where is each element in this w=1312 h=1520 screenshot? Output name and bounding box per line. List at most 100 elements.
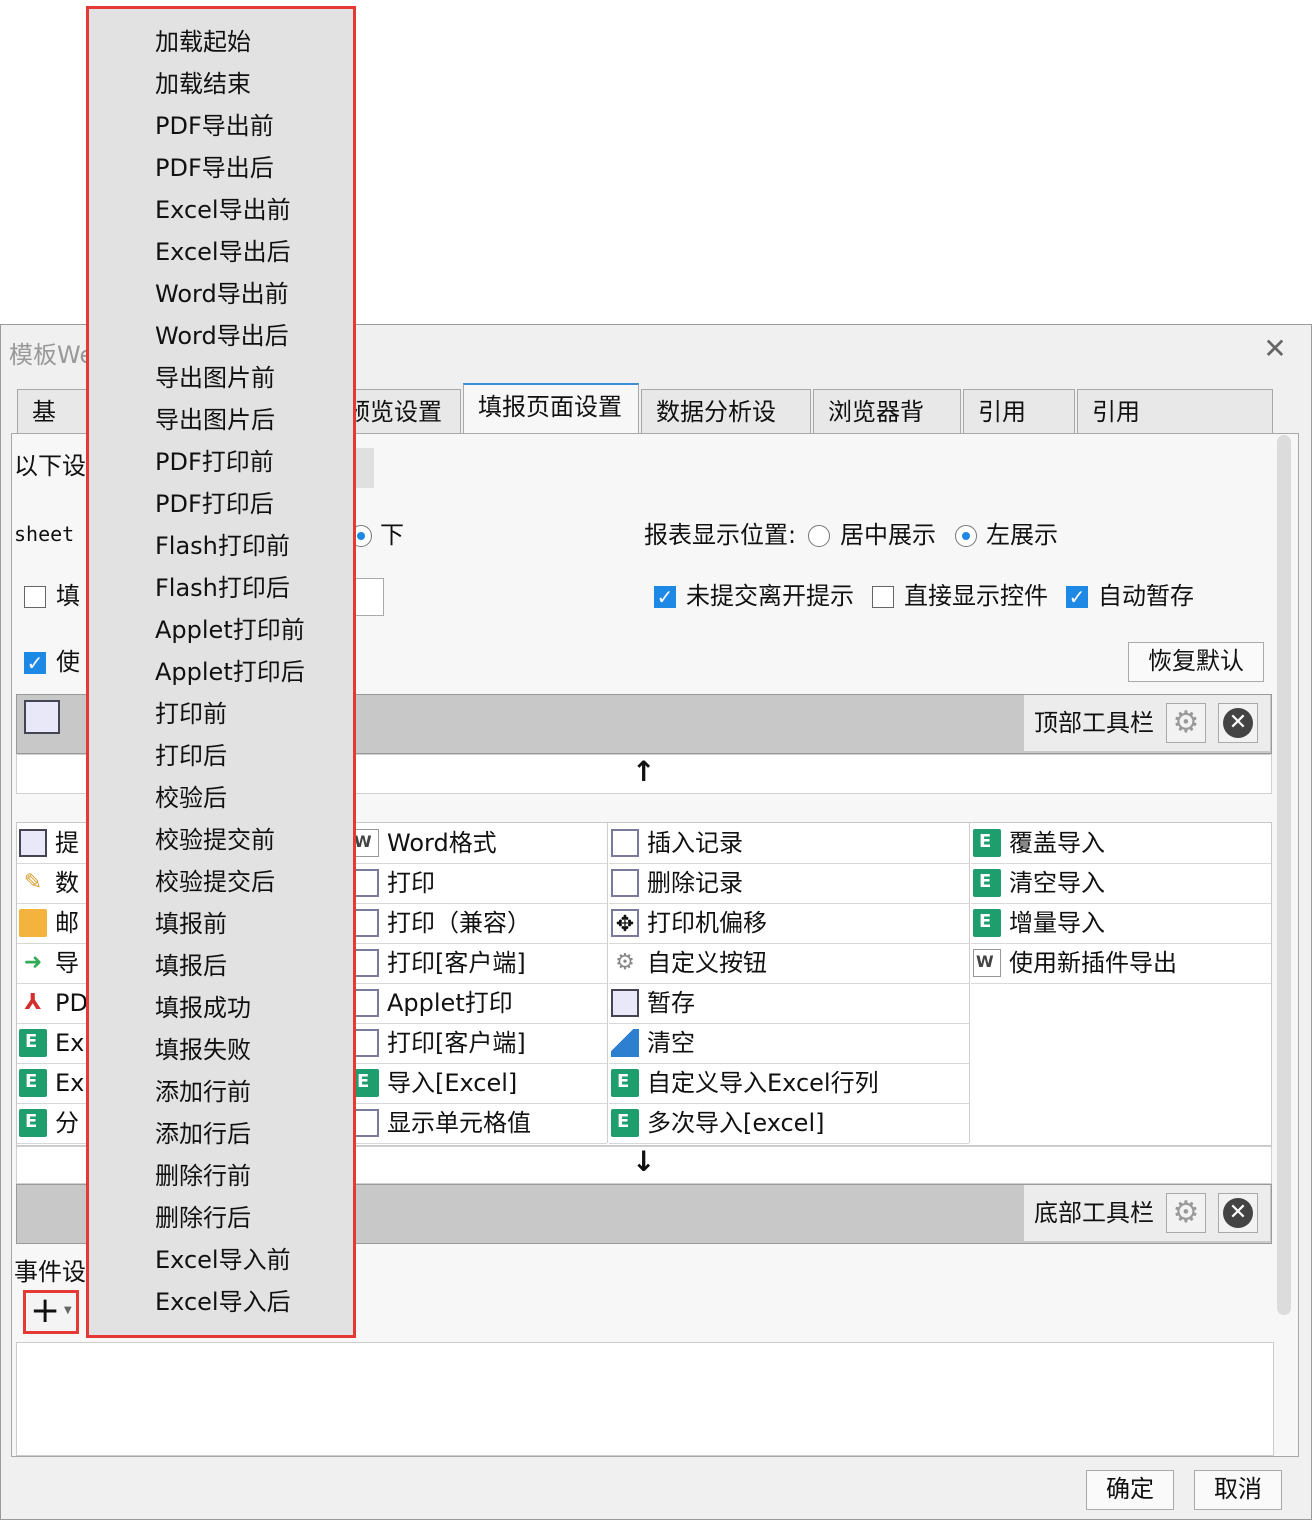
add-event-button[interactable]: + ▼	[23, 1290, 79, 1334]
toolbar-button-option[interactable]: 清空导入	[971, 863, 1271, 904]
cancel-button[interactable]: 取消	[1194, 1470, 1282, 1510]
event-menu-item[interactable]: 校验提交后	[155, 867, 275, 897]
event-menu-item[interactable]: Word导出前	[155, 279, 289, 309]
toolbar-button-option[interactable]: 多次导入[excel]	[609, 1103, 969, 1144]
toolbar-button-option-label: Ex	[55, 1069, 85, 1097]
top-toolbar-gear-icon[interactable]: ⚙	[1166, 703, 1206, 743]
toolbar-button-option[interactable]: Word格式	[349, 823, 607, 864]
toolbar-button-option-label: 删除记录	[647, 869, 743, 897]
tab-browser-bg[interactable]: 浏览器背景	[813, 389, 961, 470]
toolbar-button-option-label: 打印（兼容）	[387, 909, 531, 937]
toolbar-button-option[interactable]: 提	[17, 823, 87, 864]
event-menu-item[interactable]: 加载结束	[155, 69, 251, 99]
toolbar-button-option[interactable]: 显示单元格值	[349, 1103, 607, 1144]
top-toolbar-close-icon[interactable]: ✕	[1218, 703, 1258, 743]
event-menu-item[interactable]: 导出图片后	[155, 405, 275, 435]
event-menu-item[interactable]: 填报后	[155, 951, 227, 981]
toolbar-button-option[interactable]: 清空	[609, 1023, 969, 1064]
center-display-radio[interactable]	[808, 525, 830, 547]
event-menu-item[interactable]: 填报失败	[155, 1035, 251, 1065]
fill-checkbox[interactable]	[24, 586, 46, 608]
event-menu-item[interactable]: PDF打印前	[155, 447, 274, 477]
excel-icon	[19, 1109, 47, 1137]
event-menu-item[interactable]: 校验后	[155, 783, 227, 813]
center-display-label: 居中展示	[840, 521, 936, 549]
event-menu-item[interactable]: Word导出后	[155, 321, 289, 351]
leave-prompt-checkbox[interactable]	[654, 586, 676, 608]
event-menu-item[interactable]: Excel导出前	[155, 195, 291, 225]
toolbar-button-option[interactable]: 覆盖导入	[971, 823, 1271, 864]
event-menu-item[interactable]: Excel导入后	[155, 1287, 291, 1317]
toolbar-button-option-label: 自定义导入Excel行列	[647, 1069, 879, 1097]
event-menu-item[interactable]: 填报前	[155, 909, 227, 939]
toolbar-button-option[interactable]: Applet打印	[349, 983, 607, 1024]
toolbar-button-option[interactable]: 增量导入	[971, 903, 1271, 944]
autosave-checkbox[interactable]	[1066, 586, 1088, 608]
event-menu-item[interactable]: PDF导出前	[155, 111, 274, 141]
left-display-label: 左展示	[986, 521, 1058, 549]
event-menu-item[interactable]: 填报成功	[155, 993, 251, 1023]
toolbar-button-option[interactable]: 使用新插件导出	[971, 943, 1271, 984]
toolbar-button-option[interactable]: 自定义导入Excel行列	[609, 1063, 969, 1104]
toolbar-button-option-label: 增量导入	[1009, 909, 1105, 937]
tab-css[interactable]: 引用Css	[963, 389, 1075, 470]
event-menu-item[interactable]: Applet打印前	[155, 615, 305, 645]
restore-default-button[interactable]: 恢复默认	[1128, 642, 1264, 682]
toolbar-button-option[interactable]: ⅄ PD	[17, 983, 88, 1024]
toolbar-button-option[interactable]: 打印（兼容）	[349, 903, 607, 944]
event-menu-item[interactable]: Flash打印后	[155, 573, 290, 603]
event-menu-item[interactable]: Flash打印前	[155, 531, 290, 561]
event-list	[16, 1342, 1274, 1456]
event-menu-item[interactable]: 删除行前	[155, 1161, 251, 1191]
event-menu-item[interactable]: 添加行后	[155, 1119, 251, 1149]
toolbar-button-option[interactable]: ⚙ 自定义按钮	[609, 943, 969, 984]
tab-data-analysis[interactable]: 数据分析设置	[641, 389, 811, 470]
toolbar-button-option[interactable]: 导入[Excel]	[349, 1063, 607, 1104]
close-icon[interactable]: ✕	[1261, 335, 1289, 363]
event-menu-item[interactable]: 打印后	[155, 741, 227, 771]
toolbar-button-option[interactable]: ➜ 导	[17, 943, 87, 984]
tab-fill-page[interactable]: 填报页面设置	[463, 383, 639, 435]
event-menu-item[interactable]: Applet打印后	[155, 657, 305, 687]
event-menu-item[interactable]: 导出图片前	[155, 363, 275, 393]
move-up-arrow-icon[interactable]: ↑	[632, 758, 655, 786]
toolbar-button-option[interactable]: 打印	[349, 863, 607, 904]
toolbar-button-option-label: 导入[Excel]	[387, 1069, 518, 1097]
event-menu-item[interactable]: Excel导出后	[155, 237, 291, 267]
toolbar-button-option-label: Applet打印	[387, 989, 513, 1017]
event-menu-item[interactable]: Excel导入前	[155, 1245, 291, 1275]
event-menu-item[interactable]: 添加行前	[155, 1077, 251, 1107]
move-icon: ✥	[611, 909, 639, 937]
tab-javascript[interactable]: 引用JavaScript	[1077, 389, 1273, 470]
bottom-toolbar-close-icon[interactable]: ✕	[1218, 1193, 1258, 1233]
ok-button[interactable]: 确定	[1086, 1470, 1174, 1510]
event-menu-item[interactable]: 校验提交前	[155, 825, 275, 855]
toolbar-button-option[interactable]: 分	[17, 1103, 87, 1144]
toolbar-button-option[interactable]: Ex	[17, 1063, 87, 1104]
toolbar-button-option[interactable]: 邮	[17, 903, 87, 944]
use-checkbox[interactable]	[24, 652, 46, 674]
toolbar-button-option[interactable]: 打印[客户端]	[349, 943, 607, 984]
show-controls-checkbox[interactable]	[872, 586, 894, 608]
chevron-down-icon: ▼	[64, 1305, 72, 1316]
toolbar-button-option[interactable]: 插入记录	[609, 823, 969, 864]
toolbar-button-option[interactable]: 打印[客户端]	[349, 1023, 607, 1064]
event-menu-item[interactable]: PDF导出后	[155, 153, 274, 183]
toolbar-button-option[interactable]: ✥ 打印机偏移	[609, 903, 969, 944]
event-menu-item[interactable]: 加载起始	[155, 27, 251, 57]
toolbar-button-option[interactable]: Ex	[17, 1023, 87, 1064]
left-display-radio[interactable]	[955, 525, 977, 547]
move-down-arrow-icon[interactable]: ↓	[632, 1148, 655, 1176]
toolbar-button-option[interactable]: 删除记录	[609, 863, 969, 904]
bottom-toolbar-gear-icon[interactable]: ⚙	[1166, 1193, 1206, 1233]
vertical-scrollbar[interactable]	[1277, 435, 1291, 1315]
tab-basic[interactable]: 基本	[17, 389, 89, 470]
event-menu-item[interactable]: PDF打印后	[155, 489, 274, 519]
event-menu-item[interactable]: 删除行后	[155, 1203, 251, 1233]
toolbar-button-option[interactable]: 暂存	[609, 983, 969, 1024]
event-menu-item[interactable]: 打印前	[155, 699, 227, 729]
toolbar-button-option-label: 导	[55, 949, 79, 977]
toolbar-button-option[interactable]: ✎ 数	[17, 863, 87, 904]
top-toolbar-label: 顶部工具栏	[1034, 709, 1154, 737]
toolbar-save-icon[interactable]	[24, 700, 60, 734]
